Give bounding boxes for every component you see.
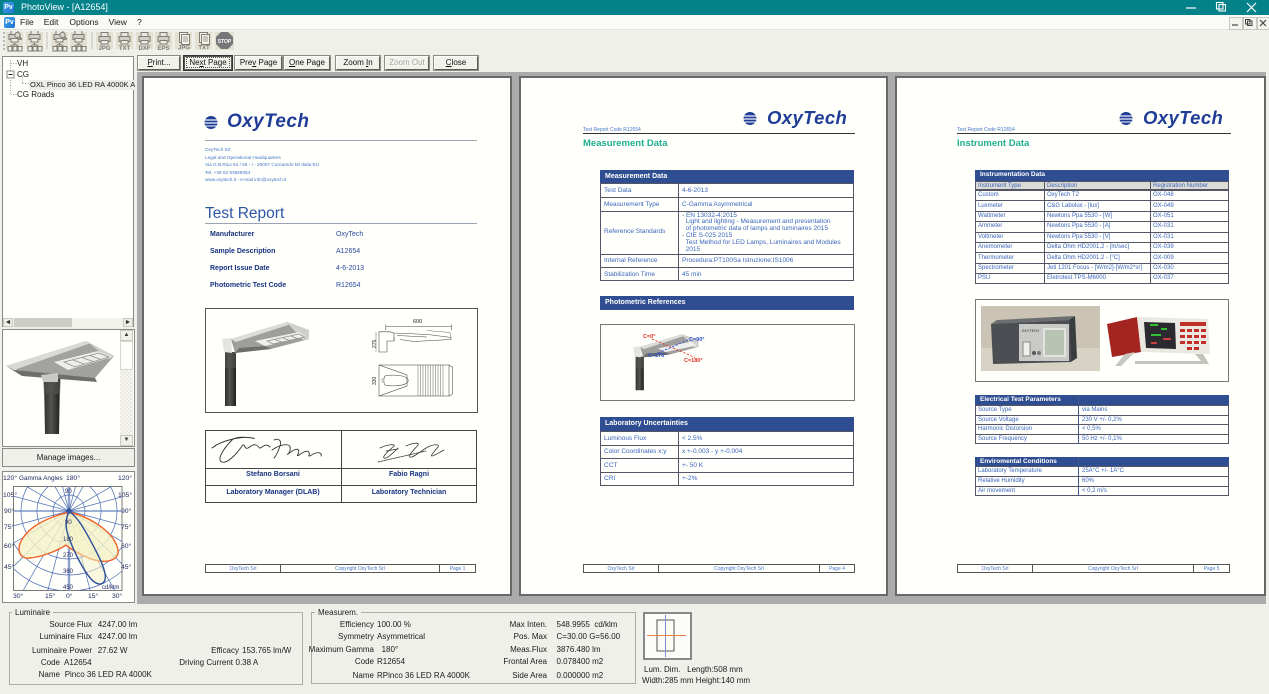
svg-text:105°: 105° [118,491,132,499]
svg-text:45°: 45° [121,563,132,571]
svg-text:C=90°: C=90° [689,337,705,343]
svg-text:60°: 60° [121,542,132,550]
svg-text:600: 600 [413,319,422,325]
svg-text:DXF: DXF [139,46,151,52]
svg-text:cd/klm: cd/klm [102,585,119,591]
svg-text:90°: 90° [4,507,15,515]
svg-text:275: 275 [372,339,378,348]
svg-text:TXT: TXT [119,46,131,52]
svg-text:Gamma Angles: Gamma Angles [19,475,63,482]
svg-text:270: 270 [63,553,74,559]
svg-text:75°: 75° [121,523,132,531]
svg-text:105°: 105° [3,491,17,499]
svg-text:0°: 0° [66,592,73,600]
svg-text:330: 330 [372,376,378,385]
svg-text:JPG: JPG [178,46,190,52]
svg-text:15°: 15° [45,592,56,600]
svg-text:30°: 30° [13,592,24,600]
svg-text:30°: 30° [112,592,123,600]
svg-text:90: 90 [65,520,72,526]
svg-text:90°: 90° [121,507,132,515]
svg-text:45°: 45° [4,563,15,571]
svg-text:C=270°: C=270° [648,353,667,359]
svg-text:OXYTECH: OXYTECH [1022,330,1039,334]
svg-text:60°: 60° [4,542,15,550]
svg-text:360: 360 [63,569,74,575]
svg-text:90: 90 [65,489,72,495]
svg-text:EPS: EPS [157,46,169,52]
svg-text:C=180°: C=180° [684,358,703,364]
svg-text:15°: 15° [88,592,99,600]
svg-text:75°: 75° [4,523,15,531]
svg-text:180: 180 [63,537,74,543]
svg-text:120°: 120° [3,474,17,482]
svg-text:C=0°: C=0° [643,334,655,340]
svg-text:JPG: JPG [98,46,110,52]
svg-text:120°: 120° [118,474,132,482]
svg-text:TXT: TXT [198,46,210,52]
svg-text:STOP: STOP [218,39,232,45]
svg-text:180°: 180° [66,474,80,482]
svg-text:450: 450 [63,585,74,591]
